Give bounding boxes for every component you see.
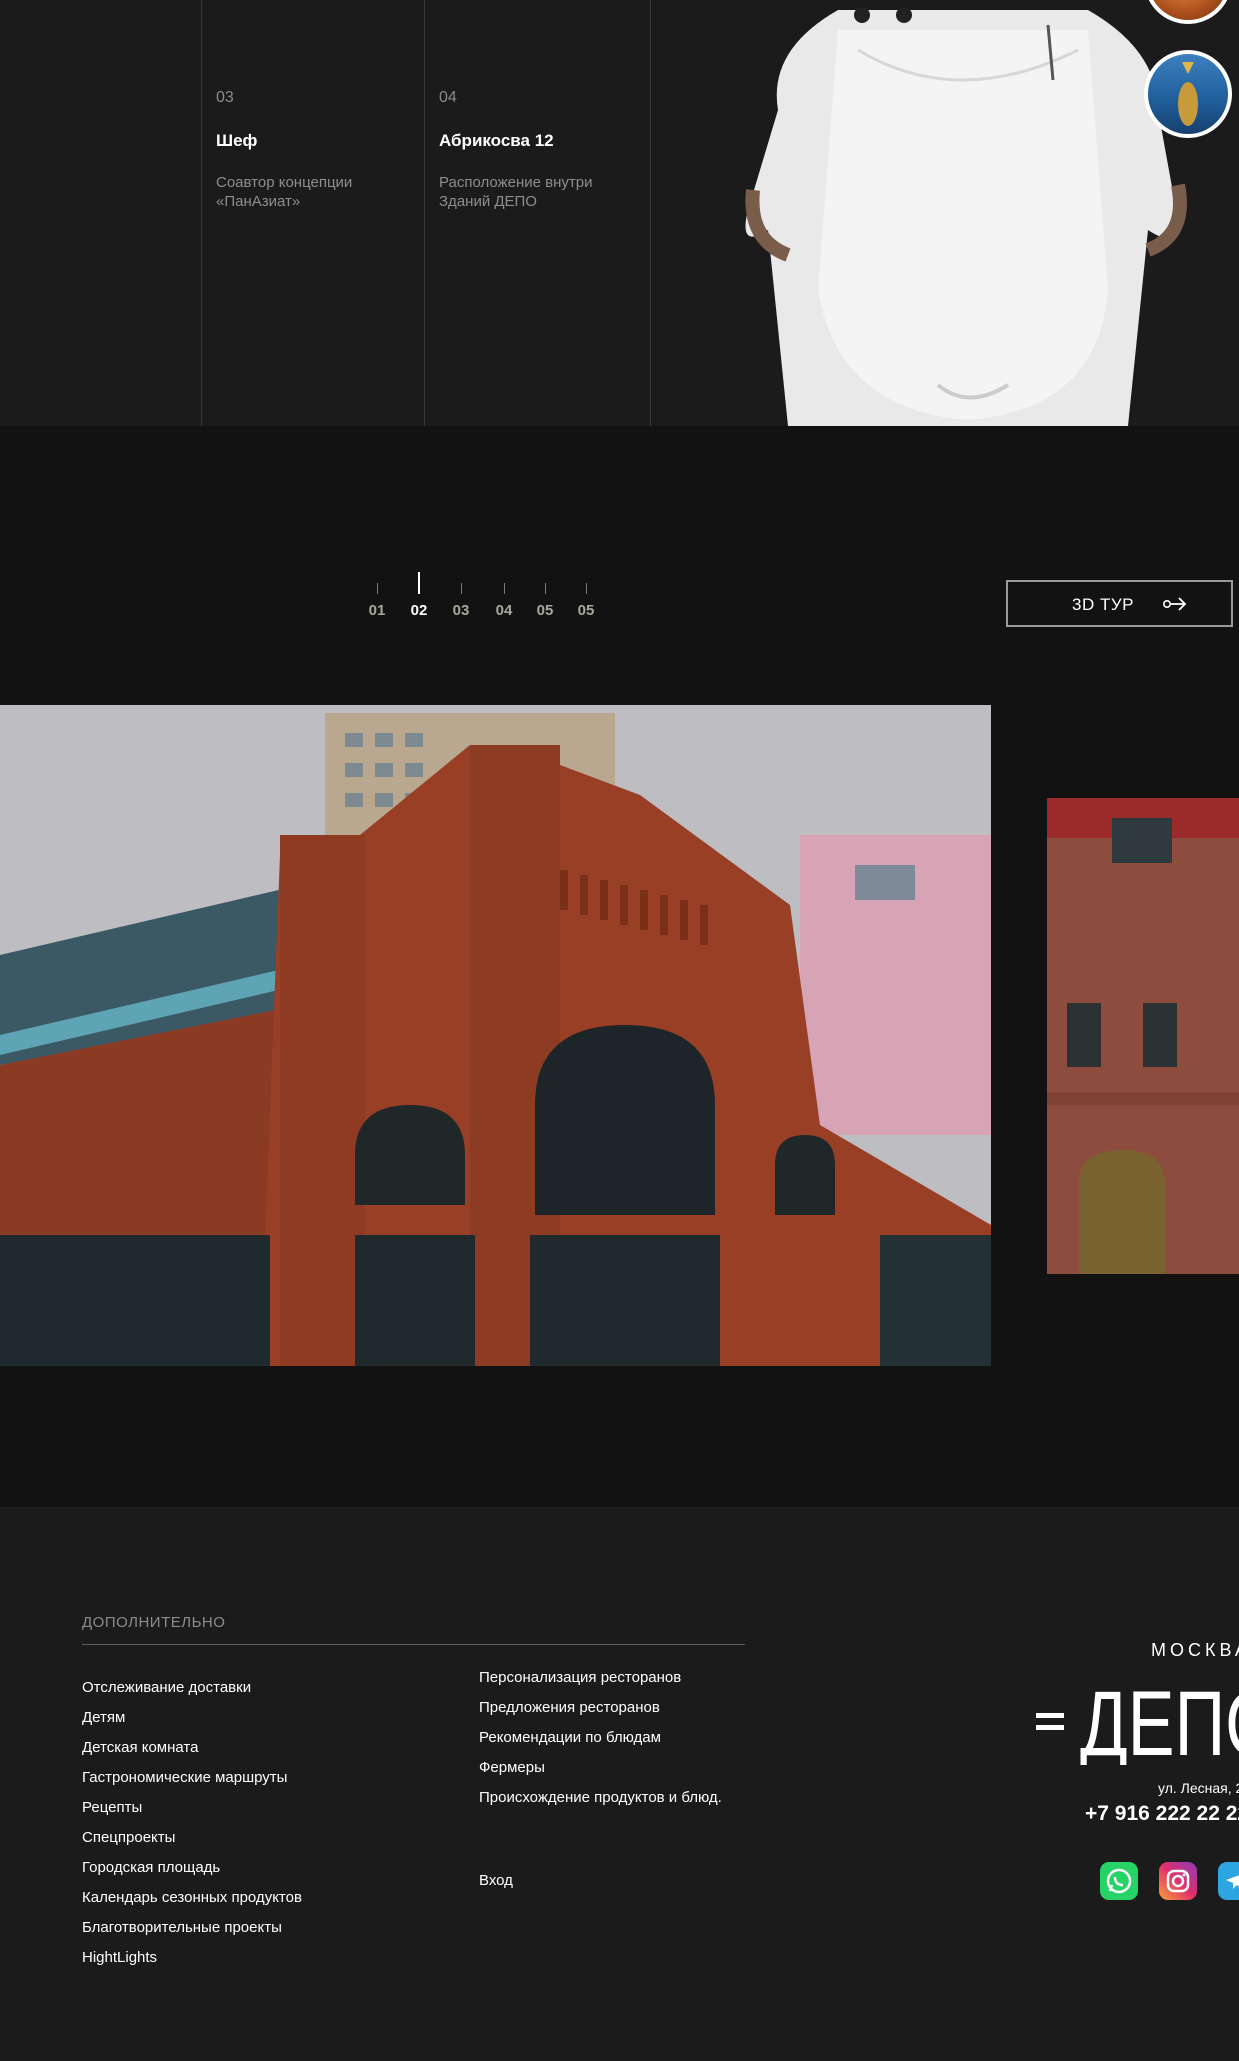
pager-item[interactable]: 04 — [487, 572, 521, 619]
login-link[interactable]: Вход — [479, 1872, 513, 1889]
gallery-pager: 01 02 03 04 05 05 — [360, 572, 600, 622]
footer-link[interactable]: Фермеры — [479, 1753, 722, 1783]
footer-link[interactable]: Предложения ресторанов — [479, 1693, 722, 1723]
gallery-photo-main[interactable] — [0, 705, 991, 1366]
pager-label: 03 — [452, 602, 470, 619]
footer-links-left: Отслеживание доставки Детям Детская комн… — [82, 1673, 302, 1973]
pager-tick — [503, 583, 505, 594]
info-column-chef: 03 Шеф Соавтор концепции «ПанАзиат» — [201, 0, 425, 426]
pager-tick — [376, 583, 378, 594]
info-description: Расположение внутри Зданий ДЕПО — [439, 174, 593, 210]
pager-label: 04 — [495, 602, 513, 619]
instagram-icon — [1166, 1869, 1190, 1893]
footer-divider — [82, 1644, 745, 1645]
pager-label: 05 — [577, 602, 595, 619]
info-number: 04 — [439, 89, 457, 106]
brand-city: МОСКВА — [1151, 1640, 1239, 1660]
info-title: Абрикосва 12 — [439, 131, 554, 150]
pager-item[interactable]: 05 — [569, 572, 603, 619]
whatsapp-icon — [1106, 1868, 1132, 1894]
address: ул. Лесная, 20 — [1158, 1780, 1239, 1796]
pager-label: 01 — [368, 602, 386, 619]
footer-link[interactable]: Происхождение продуктов и блюд. — [479, 1783, 722, 1813]
pager-tick — [460, 583, 462, 594]
fish-avatar[interactable] — [1144, 50, 1232, 138]
site-footer: ДОПОЛНИТЕЛЬНО Отслеживание доставки Детя… — [0, 1507, 1239, 2061]
pager-label: 02 — [410, 602, 428, 619]
depot-facade-image — [1047, 798, 1239, 1274]
fish-icon — [1178, 62, 1198, 126]
footer-link[interactable]: Рекомендации по блюдам — [479, 1723, 722, 1753]
info-description: Соавтор концепции «ПанАзиат» — [216, 174, 353, 210]
pager-label: 05 — [536, 602, 554, 619]
footer-link[interactable]: HightLights — [82, 1943, 302, 1973]
footer-link[interactable]: Календарь сезонных продуктов — [82, 1883, 302, 1913]
pager-item[interactable]: 01 — [360, 572, 394, 619]
whatsapp-button[interactable] — [1100, 1862, 1138, 1900]
gallery-photo-next[interactable] — [1047, 798, 1239, 1274]
depot-building-image — [0, 705, 991, 1366]
3d-tour-label: 3D ТУР — [1072, 595, 1134, 614]
footer-link[interactable]: Отслеживание доставки — [82, 1673, 302, 1703]
info-number: 03 — [216, 89, 234, 106]
column-divider — [650, 0, 652, 426]
footer-link[interactable]: Персонализация ресторанов — [479, 1663, 722, 1693]
footer-link[interactable]: Благотворительные проекты — [82, 1913, 302, 1943]
pager-tick — [418, 572, 420, 594]
footer-link[interactable]: Рецепты — [82, 1793, 302, 1823]
footer-link[interactable]: Городская площадь — [82, 1853, 302, 1883]
phone-number[interactable]: +7 916 222 22 22 — [1085, 1802, 1239, 1826]
info-band: 03 Шеф Соавтор концепции «ПанАзиат» 04 А… — [0, 0, 1239, 426]
svg-text:ДЕПО: ДЕПО — [1080, 1673, 1239, 1765]
info-title: Шеф — [216, 131, 258, 150]
pager-tick — [585, 583, 587, 594]
footer-links-right: Персонализация ресторанов Предложения ре… — [479, 1663, 722, 1813]
footer-heading: ДОПОЛНИТЕЛЬНО — [82, 1614, 226, 1631]
footer-link[interactable]: Спецпроекты — [82, 1823, 302, 1853]
instagram-button[interactable] — [1159, 1862, 1197, 1900]
3d-tour-button[interactable]: 3D ТУР — [1006, 580, 1233, 627]
depo-logo[interactable]: ДЕПО — [1030, 1665, 1239, 1765]
arrow-right-icon — [1162, 597, 1187, 611]
info-column-address: 04 Абрикосва 12 Расположение внутри Здан… — [424, 0, 651, 426]
pager-item[interactable]: 03 — [444, 572, 478, 619]
footer-link[interactable]: Детям — [82, 1703, 302, 1733]
telegram-button[interactable] — [1218, 1862, 1239, 1900]
pager-item-active[interactable]: 02 — [402, 572, 436, 619]
pager-item[interactable]: 05 — [528, 572, 562, 619]
pager-tick — [544, 583, 546, 594]
footer-link[interactable]: Гастрономические маршруты — [82, 1763, 302, 1793]
footer-link[interactable]: Детская комната — [82, 1733, 302, 1763]
chef-photo — [745, 7, 1187, 426]
telegram-icon — [1226, 1875, 1239, 1889]
